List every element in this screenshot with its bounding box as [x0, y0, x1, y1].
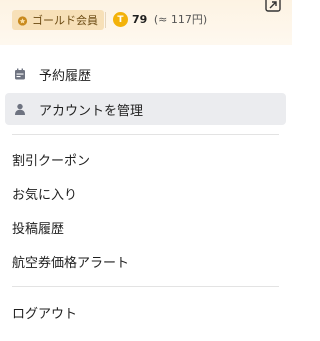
membership-tier-label: ゴールド会員 — [32, 14, 98, 27]
calendar-icon — [15, 68, 25, 80]
membership-badge[interactable]: ゴールド会員 — [12, 10, 104, 30]
points-yen-equivalent: (≈ 117円) — [153, 13, 208, 26]
open-external-button[interactable] — [264, 0, 282, 12]
logout-button[interactable]: ログアウト — [5, 296, 286, 328]
logout-label: ログアウト — [12, 306, 78, 322]
user-icon — [15, 103, 25, 115]
account-dropdown-panel: ゴールド会員 T 79 (≈ 117円) 予約履歴 アカウントを管理 割引クーポ… — [0, 0, 292, 341]
menu-item-label: 割引クーポン — [12, 153, 91, 169]
external-link-icon — [265, 0, 281, 12]
menu-item-label: 投稿履歴 — [12, 221, 65, 237]
menu-divider — [12, 286, 279, 287]
menu-item-booking-history[interactable]: 予約履歴 — [5, 58, 286, 90]
coin-icon: T — [113, 12, 128, 27]
membership-header: ゴールド会員 T 79 (≈ 117円) — [0, 0, 292, 45]
menu-item-favorites[interactable]: お気に入り — [5, 177, 286, 209]
menu-item-label: 航空券価格アラート — [12, 255, 130, 271]
menu-item-label: 予約履歴 — [39, 68, 92, 84]
points-balance: 79 (≈ 117円) — [132, 11, 207, 27]
menu-item-manage-account[interactable]: アカウントを管理 — [5, 93, 286, 125]
menu-item-label: お気に入り — [12, 187, 78, 203]
coin-letter: T — [117, 14, 124, 25]
menu-divider — [12, 134, 279, 135]
header-divider — [105, 12, 106, 28]
medal-icon — [17, 15, 28, 26]
menu-item-flight-price-alerts[interactable]: 航空券価格アラート — [5, 245, 286, 277]
menu-item-label: アカウントを管理 — [39, 103, 144, 119]
menu-item-coupons[interactable]: 割引クーポン — [5, 143, 286, 175]
menu-item-post-history[interactable]: 投稿履歴 — [5, 211, 286, 243]
points-value: 79 — [132, 13, 148, 26]
